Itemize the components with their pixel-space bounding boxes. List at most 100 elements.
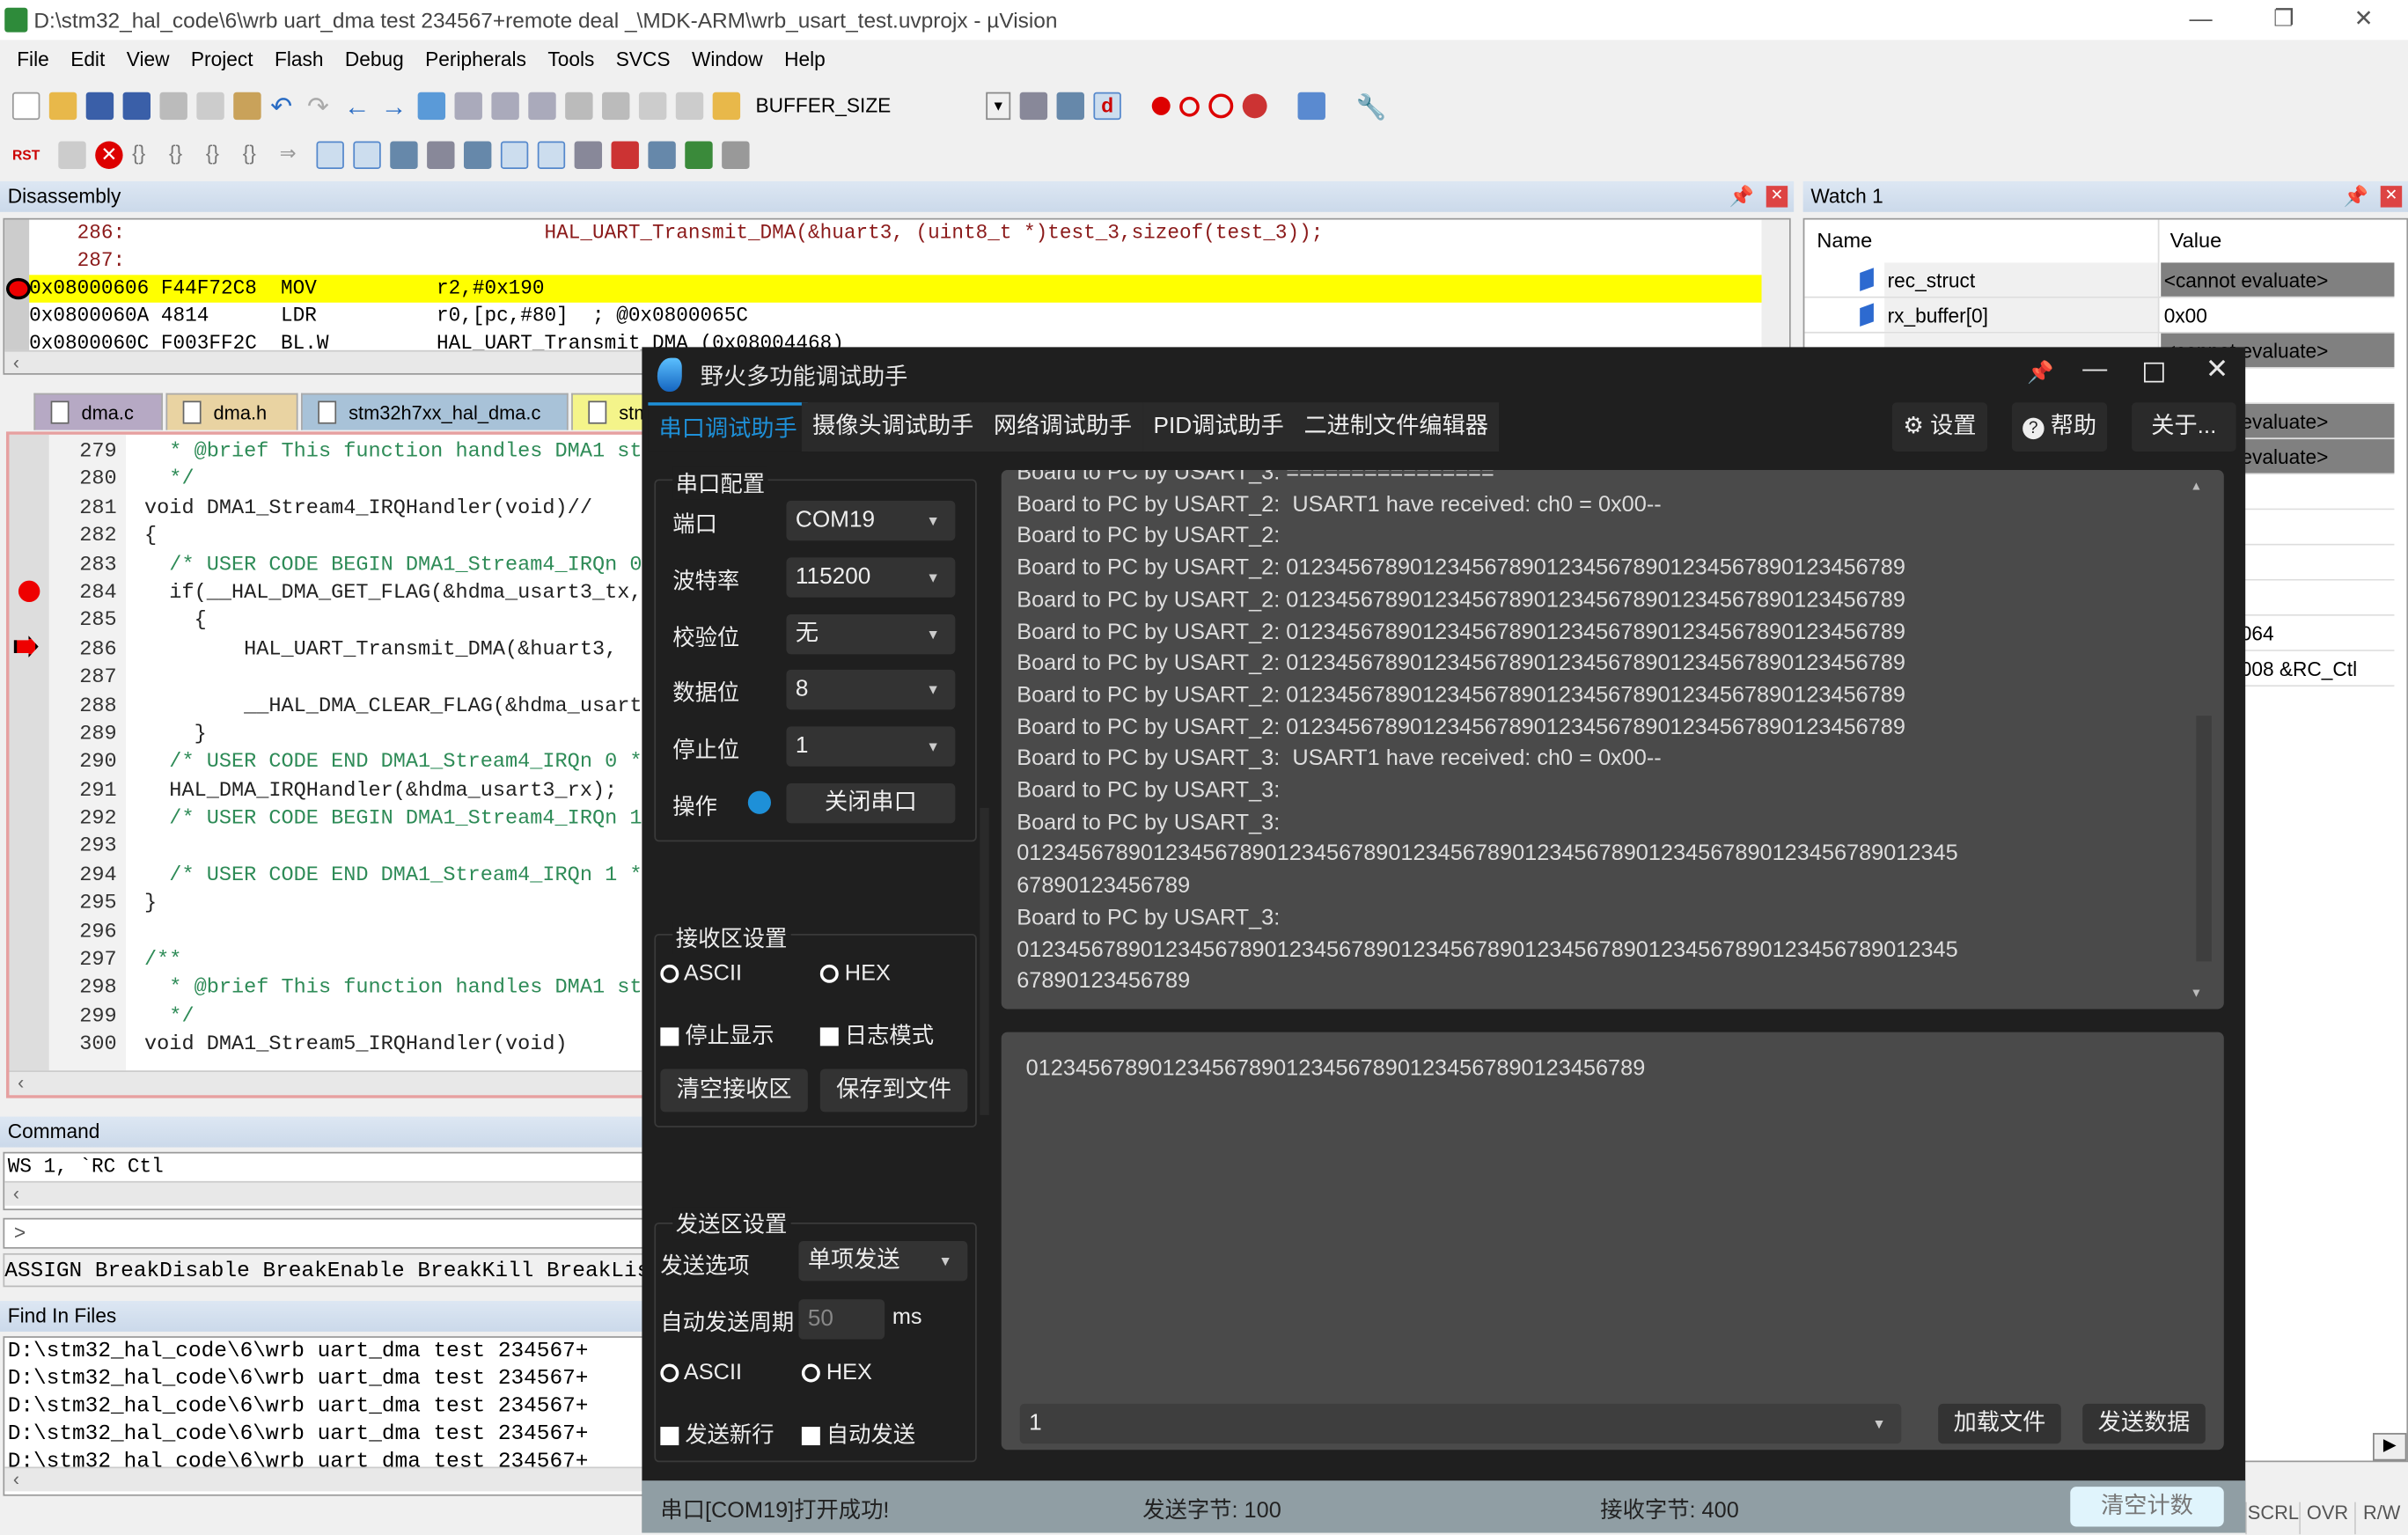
load-file-button[interactable]: 加载文件 bbox=[1938, 1403, 2061, 1444]
unindent-icon[interactable] bbox=[602, 92, 630, 121]
auto-period-input[interactable]: 50 bbox=[798, 1299, 885, 1340]
app-minimize-button[interactable]: — bbox=[2082, 356, 2107, 384]
chevron-down-icon[interactable]: ▼ bbox=[986, 92, 1011, 121]
clear-receive-button[interactable]: 清空接收区 bbox=[660, 1069, 808, 1113]
save-all-icon[interactable] bbox=[122, 92, 151, 121]
breakpoint-icon[interactable] bbox=[18, 580, 40, 603]
menu-project[interactable]: Project bbox=[180, 43, 264, 77]
app-tab[interactable]: 二进制文件编辑器 bbox=[1293, 402, 1500, 452]
code-line[interactable]: 279 * @brief This function handles DMA1 … bbox=[9, 439, 642, 467]
menu-file[interactable]: File bbox=[6, 43, 60, 77]
code-line[interactable]: 281 void DMA1_Stream4_IRQHandler(void)// bbox=[9, 496, 642, 524]
code-line[interactable]: 285 { bbox=[9, 609, 642, 637]
stop-display-checkbox[interactable]: 停止显示 bbox=[660, 1018, 775, 1051]
find-in-files-icon[interactable] bbox=[712, 92, 741, 121]
code-line[interactable]: 280 */ bbox=[9, 467, 642, 496]
breakpoint-kill-all-icon[interactable] bbox=[1242, 93, 1267, 119]
window-layout-icon[interactable] bbox=[1297, 92, 1325, 121]
editor-tab[interactable]: stm32h7xx_hal_dma.c bbox=[301, 393, 569, 430]
code-editor[interactable]: 279 * @brief This function handles DMA1 … bbox=[5, 431, 645, 1098]
breakpoint-disable-all-icon[interactable] bbox=[1208, 93, 1234, 119]
code-line[interactable]: 295} bbox=[9, 892, 642, 920]
close-port-button[interactable]: 关闭串口 bbox=[786, 782, 956, 824]
code-line[interactable]: 291 HAL_DMA_IRQHandler(&hdma_usart3_rx); bbox=[9, 778, 642, 806]
command-window-icon[interactable] bbox=[316, 141, 344, 169]
pin-icon[interactable]: 📌 bbox=[2344, 181, 2368, 212]
copy-icon[interactable] bbox=[196, 92, 224, 121]
stop-bits-select[interactable]: 1 ▼ bbox=[786, 726, 956, 767]
find-combo[interactable]: BUFFER_SIZE ▼ bbox=[749, 89, 1011, 123]
find-in-files-results[interactable]: D:\stm32_hal_code\6\wrb uart_dma test 23… bbox=[3, 1336, 645, 1496]
system-viewer-icon[interactable] bbox=[685, 141, 713, 169]
app-close-button[interactable]: ✕ bbox=[2206, 353, 2228, 386]
menu-svcs[interactable]: SVCS bbox=[606, 43, 681, 77]
paste-icon[interactable] bbox=[233, 92, 261, 121]
serial-window-icon[interactable] bbox=[574, 141, 603, 169]
find-result[interactable]: D:\stm32_hal_code\6\wrb uart_dma test 23… bbox=[8, 1449, 643, 1466]
menu-flash[interactable]: Flash bbox=[264, 43, 334, 77]
registers-window-icon[interactable] bbox=[427, 141, 455, 169]
disassembly-line[interactable]: 287: bbox=[29, 247, 1765, 275]
code-line[interactable]: 292 /* USER CODE BEGIN DMA1_Stream4_IRQn… bbox=[9, 806, 642, 834]
find-hscroll[interactable]: ‹ bbox=[4, 1466, 644, 1492]
disassembly-line[interactable]: 286: HAL_UART_Transmit_DMA(&huart3, (uin… bbox=[29, 220, 1765, 247]
watch-column-value[interactable]: Value bbox=[2170, 229, 2222, 252]
cut-icon[interactable] bbox=[159, 92, 187, 121]
analysis-window-icon[interactable] bbox=[611, 141, 639, 169]
clear-count-button[interactable]: 清空计数 bbox=[2070, 1487, 2224, 1527]
save-to-file-button[interactable]: 保存到文件 bbox=[819, 1069, 968, 1113]
restore-button[interactable]: ❐ bbox=[2249, 0, 2319, 40]
send-hex-radio[interactable]: HEX bbox=[801, 1361, 872, 1385]
run-to-cursor-icon[interactable]: {} bbox=[243, 142, 270, 169]
breakpoint-enable-icon[interactable] bbox=[1179, 96, 1200, 116]
disassembly-line[interactable]: 0x0800060A 4814 LDR r0,[pc,#80] ; @0x080… bbox=[29, 303, 1765, 330]
save-icon[interactable] bbox=[85, 92, 114, 121]
auto-send-checkbox[interactable]: 自动发送 bbox=[801, 1418, 915, 1451]
find-result[interactable]: D:\stm32_hal_code\6\wrb uart_dma test 23… bbox=[8, 1365, 643, 1392]
app-tab[interactable]: 摄像头调试助手 bbox=[801, 402, 985, 452]
code-line[interactable]: 297 /** bbox=[9, 948, 642, 976]
app-tab[interactable]: 串口调试助手 bbox=[648, 402, 808, 452]
command-input[interactable]: > bbox=[3, 1217, 645, 1249]
watch-window-icon[interactable] bbox=[500, 141, 529, 169]
stop-icon[interactable]: ✕ bbox=[95, 141, 123, 169]
watch-column-name[interactable]: Name bbox=[1817, 229, 1872, 252]
debug-session-icon[interactable]: d bbox=[1093, 92, 1121, 121]
data-bits-select[interactable]: 8 ▼ bbox=[786, 669, 956, 710]
breakpoint-insert-icon[interactable] bbox=[1151, 96, 1171, 115]
run-icon[interactable] bbox=[58, 141, 86, 169]
configure-icon[interactable]: 🔧 bbox=[1356, 92, 1387, 121]
close-button[interactable]: ✕ bbox=[2328, 0, 2398, 40]
disassembly-window-icon[interactable] bbox=[353, 141, 381, 169]
find-result[interactable]: D:\stm32_hal_code\6\wrb uart_dma test 23… bbox=[8, 1393, 643, 1421]
help-button[interactable]: ? 帮助 bbox=[2011, 402, 2108, 452]
code-line[interactable]: 282 { bbox=[9, 524, 642, 552]
memory-window-icon[interactable] bbox=[537, 141, 566, 169]
editor-tab[interactable]: dma.c bbox=[33, 393, 163, 430]
settings-button[interactable]: ⚙ 设置 bbox=[1891, 402, 1988, 452]
code-line[interactable]: 290 /* USER CODE END DMA1_Stream4_IRQn 0… bbox=[9, 750, 642, 778]
disassembly-line[interactable]: 0x08000606 F44F72C8 MOV r2,#0x190 bbox=[29, 275, 1766, 303]
editor-tab[interactable]: dma.h bbox=[165, 393, 298, 430]
recv-ascii-radio[interactable]: ASCII bbox=[660, 961, 742, 986]
send-ascii-radio[interactable]: ASCII bbox=[660, 1361, 742, 1385]
symbols-window-icon[interactable] bbox=[390, 141, 418, 169]
menu-peripherals[interactable]: Peripherals bbox=[415, 43, 537, 77]
menu-window[interactable]: Window bbox=[681, 43, 774, 77]
watch-row[interactable]: rec_struct <cannot evaluate> bbox=[1804, 262, 2395, 298]
code-line[interactable]: 293 bbox=[9, 834, 642, 863]
send-option-select[interactable]: 单项发送 ▼ bbox=[798, 1240, 968, 1282]
code-line[interactable]: 296 bbox=[9, 920, 642, 948]
receive-scrollbar[interactable] bbox=[2196, 716, 2212, 962]
show-next-statement-icon[interactable]: ⇒ bbox=[280, 142, 307, 169]
menu-tools[interactable]: Tools bbox=[537, 43, 605, 77]
code-line[interactable]: 300 void DMA1_Stream5_IRQHandler(void) bbox=[9, 1032, 642, 1061]
new-file-icon[interactable] bbox=[11, 92, 40, 121]
undo-icon[interactable]: ↶ bbox=[270, 92, 297, 121]
nav-forward-icon[interactable]: → bbox=[381, 92, 408, 121]
code-line[interactable]: 288 __HAL_DMA_CLEAR_FLAG(&hdma_usart3_tx… bbox=[9, 694, 642, 722]
bookmark-clear-icon[interactable] bbox=[528, 92, 556, 121]
receive-area[interactable]: Board to PC by USART_3: ================… bbox=[1001, 469, 2224, 1010]
nav-back-icon[interactable]: ← bbox=[344, 92, 371, 121]
indent-icon[interactable] bbox=[565, 92, 593, 121]
